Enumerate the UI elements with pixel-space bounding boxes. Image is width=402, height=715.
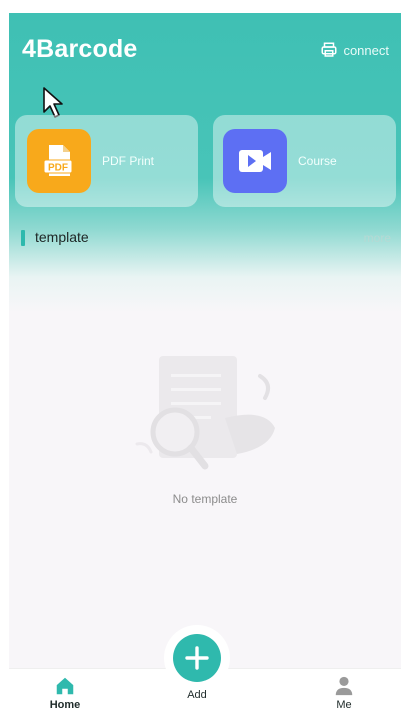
course-tile: [223, 129, 287, 193]
template-section-header: template more: [21, 229, 391, 247]
add-button[interactable]: [173, 634, 221, 682]
home-icon: [56, 677, 74, 695]
pdf-print-card[interactable]: PDF PDF Print: [15, 115, 198, 207]
plus-icon: [185, 646, 209, 670]
pdf-print-label: PDF Print: [102, 154, 155, 168]
connect-button[interactable]: connect: [320, 41, 389, 59]
course-card[interactable]: Course: [213, 115, 396, 207]
printer-icon: [321, 42, 337, 57]
empty-document-icon: [135, 356, 275, 470]
add-label: Add: [187, 689, 207, 701]
tab-me[interactable]: Me: [309, 675, 379, 711]
more-link[interactable]: more: [364, 231, 391, 245]
app-title: 4Barcode: [22, 35, 138, 63]
svg-text:PDF: PDF: [48, 163, 68, 174]
section-accent-bar: [21, 230, 25, 246]
tab-home[interactable]: Home: [30, 675, 100, 711]
tab-me-label: Me: [336, 699, 352, 711]
video-camera-icon: [239, 150, 271, 172]
tab-home-label: Home: [49, 699, 81, 711]
user-icon: [335, 676, 353, 696]
connect-label: connect: [343, 42, 389, 58]
app-screen: 4Barcode connect PDF PDF Print Course te…: [9, 13, 401, 715]
course-label: Course: [298, 154, 337, 168]
empty-state-text: No template: [172, 492, 238, 506]
pdf-file-icon: PDF: [43, 145, 73, 176]
pdf-tile: PDF: [27, 129, 91, 193]
template-section-title: template: [35, 229, 89, 245]
add-button-ring: [164, 625, 230, 691]
